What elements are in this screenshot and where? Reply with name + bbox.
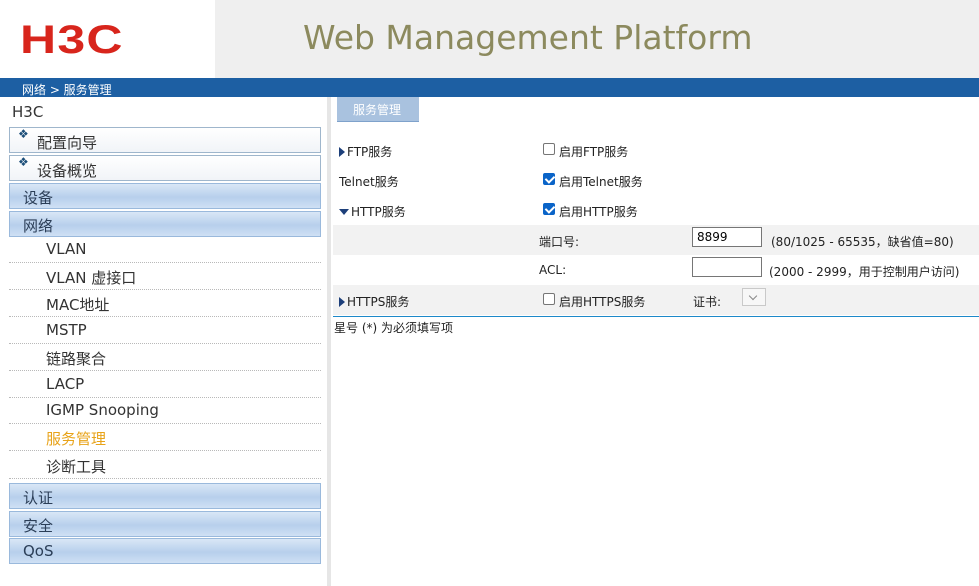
- sidebar-item-label: 设备概览: [37, 162, 98, 180]
- sidebar-category-label: 安全: [23, 517, 54, 535]
- collapse-arrow-icon: [339, 209, 349, 215]
- telnet-enable-checkbox[interactable]: [543, 173, 555, 185]
- sidebar-item-config-wizard[interactable]: ❖ 配置向导: [9, 127, 321, 153]
- http-service-toggle[interactable]: HTTP服务: [339, 203, 406, 220]
- expand-arrow-icon: [339, 297, 345, 307]
- https-enable-checkbox[interactable]: [543, 293, 555, 305]
- http-port-row: 端口号: (80/1025 - 65535，缺省值=80): [333, 225, 979, 255]
- ftp-enable-label: 启用FTP服务: [559, 145, 629, 159]
- tab-label: 服务管理: [353, 103, 402, 117]
- sidebar-item-label: 链路聚合: [46, 350, 107, 368]
- sidebar-item-mstp[interactable]: MSTP: [9, 317, 321, 344]
- telnet-enable-label: 启用Telnet服务: [559, 175, 643, 189]
- https-row: HTTPS服务 启用HTTPS服务 证书:: [333, 285, 979, 315]
- sidebar-category-qos[interactable]: QoS: [9, 538, 321, 564]
- sidebar-category-network[interactable]: 网络: [9, 211, 321, 237]
- http-port-hint: (80/1025 - 65535，缺省值=80): [771, 235, 954, 249]
- http-port-label: 端口号:: [539, 235, 580, 249]
- https-cert-label: 证书:: [693, 295, 722, 309]
- https-service-name: HTTPS服务: [347, 295, 410, 309]
- sidebar-item-lacp[interactable]: LACP: [9, 371, 321, 398]
- ftp-enable-checkbox[interactable]: [543, 143, 555, 155]
- sidebar-item-label: VLAN: [46, 240, 87, 258]
- ftp-service-name: FTP服务: [347, 145, 393, 159]
- breadcrumb: 网络 > 服务管理: [22, 83, 112, 97]
- diamond-bullet-icon: ❖: [18, 127, 29, 141]
- sidebar-category-device[interactable]: 设备: [9, 183, 321, 209]
- sidebar-category-label: 网络: [23, 217, 54, 235]
- sidebar-item-mac-address[interactable]: MAC地址: [9, 290, 321, 317]
- breadcrumb-bar: 网络 > 服务管理: [0, 78, 979, 97]
- sidebar-item-label: MAC地址: [46, 296, 110, 314]
- telnet-row: Telnet服务 启用Telnet服务: [333, 165, 979, 195]
- http-acl-row: ACL: (2000 - 2999，用于控制用户访问): [333, 255, 979, 285]
- sidebar-category-label: QoS: [23, 542, 54, 560]
- sidebar-item-label: 诊断工具: [46, 458, 107, 476]
- sidebar-item-label: 服务管理: [46, 430, 107, 448]
- https-cert-select[interactable]: [742, 288, 766, 306]
- http-acl-hint: (2000 - 2999，用于控制用户访问): [769, 265, 960, 279]
- sidebar-item-vlan[interactable]: VLAN: [9, 236, 321, 263]
- sidebar-category-security[interactable]: 安全: [9, 511, 321, 537]
- sidebar-item-device-overview[interactable]: ❖ 设备概览: [9, 155, 321, 181]
- expand-arrow-icon: [339, 147, 345, 157]
- http-port-input[interactable]: [692, 227, 762, 247]
- sidebar-item-label: VLAN 虚接口: [46, 269, 137, 287]
- sidebar-item-igmp-snooping[interactable]: IGMP Snooping: [9, 397, 321, 424]
- device-name[interactable]: H3C: [12, 103, 43, 121]
- sidebar-category-label: 设备: [23, 189, 54, 207]
- header-banner: H3C Web Management Platform: [0, 0, 979, 78]
- sidebar-category-label: 认证: [23, 489, 54, 507]
- sidebar-item-label: IGMP Snooping: [46, 401, 159, 419]
- tab-service-management[interactable]: 服务管理: [337, 97, 419, 122]
- ftp-service-toggle[interactable]: FTP服务: [339, 143, 392, 160]
- http-acl-input[interactable]: [692, 257, 762, 277]
- http-service-name: HTTP服务: [351, 205, 406, 219]
- h3c-logo: H3C: [20, 18, 124, 62]
- http-enable-checkbox[interactable]: [543, 203, 555, 215]
- sidebar-item-diagnostic-tools[interactable]: 诊断工具: [9, 452, 321, 479]
- required-note: 星号 (*) 为必须填写项: [334, 321, 453, 335]
- sidebar-item-label: LACP: [46, 375, 85, 393]
- http-enable-label: 启用HTTP服务: [559, 205, 638, 219]
- main-panel: 服务管理 FTP服务 启用FTP服务 Telnet服务 启用Telnet服务 H…: [333, 97, 979, 586]
- http-acl-label: ACL:: [539, 263, 567, 277]
- sidebar-item-label: 配置向导: [37, 134, 98, 152]
- sidebar-item-label: MSTP: [46, 321, 87, 339]
- https-enable-label: 启用HTTPS服务: [559, 295, 646, 309]
- sidebar-category-auth[interactable]: 认证: [9, 483, 321, 509]
- sidebar-item-link-aggregation[interactable]: 链路聚合: [9, 344, 321, 371]
- http-row: HTTP服务 启用HTTP服务: [333, 195, 979, 225]
- sidebar-item-service-management[interactable]: 服务管理: [9, 424, 321, 451]
- sidebar-item-vlan-interface[interactable]: VLAN 虚接口: [9, 263, 321, 290]
- divider: [333, 316, 979, 317]
- https-service-toggle[interactable]: HTTPS服务: [339, 293, 409, 310]
- platform-title: Web Management Platform: [303, 18, 753, 57]
- diamond-bullet-icon: ❖: [18, 155, 29, 169]
- sidebar: H3C ❖ 配置向导 ❖ 设备概览 设备 网络 VLAN VLAN 虚接口 MA…: [0, 97, 331, 586]
- telnet-service-name: Telnet服务: [339, 175, 399, 189]
- ftp-row: FTP服务 启用FTP服务: [333, 135, 979, 165]
